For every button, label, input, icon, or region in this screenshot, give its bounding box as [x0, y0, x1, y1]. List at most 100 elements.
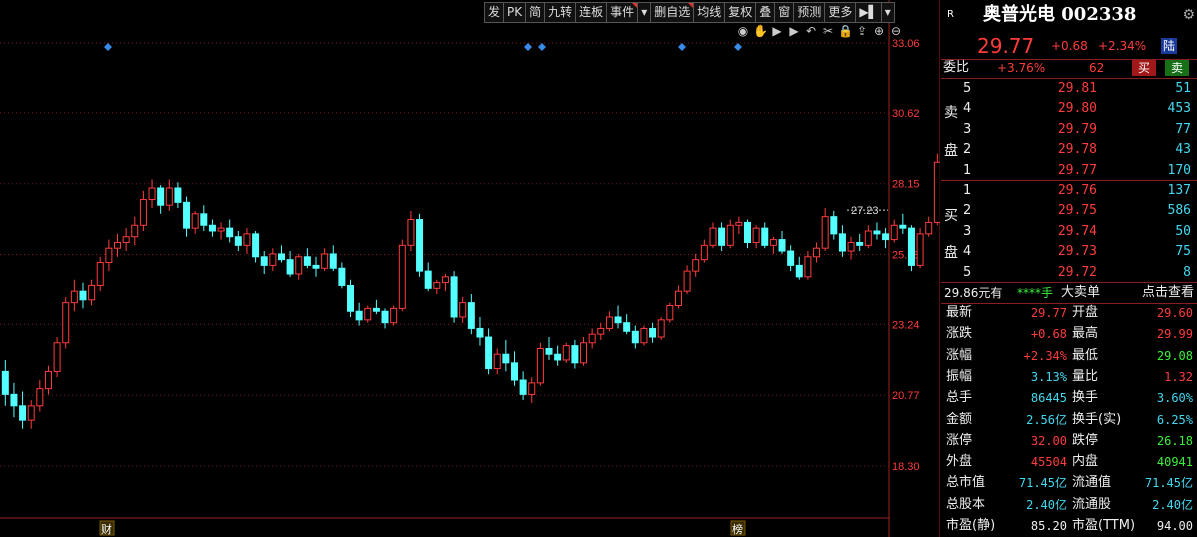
bid-row[interactable]: 1 29.76 137	[941, 181, 1197, 201]
toolbar-item-11[interactable]: 窗	[774, 2, 795, 23]
ask-row[interactable]: 2 29.78 43	[941, 140, 1197, 160]
bid-row[interactable]: 5 29.72 8	[941, 263, 1197, 283]
candle-body	[882, 233, 890, 241]
candle-body	[588, 333, 596, 344]
upload-icon[interactable]: ⇪	[855, 24, 869, 38]
candle-body	[312, 264, 320, 269]
hand-icon[interactable]: ✋	[753, 24, 768, 38]
ask-row[interactable]: 3 29.79 77	[941, 120, 1197, 140]
candle-body	[217, 227, 225, 232]
ask-volume: 43	[1175, 142, 1191, 158]
toolbar-item-7[interactable]: 删自选	[650, 2, 695, 23]
ask-row[interactable]: 4 29.80 453	[941, 99, 1197, 119]
candle-body	[752, 227, 760, 243]
zoom-out-icon[interactable]: ⊖	[889, 24, 903, 38]
field-value: +2.34%	[1023, 348, 1067, 363]
candle-body	[778, 239, 786, 252]
bid-row[interactable]: 3 29.74 50	[941, 222, 1197, 242]
sell-button[interactable]: 卖	[1165, 60, 1190, 76]
field-value: 2.56亿	[1026, 412, 1067, 427]
toolbar-item-6[interactable]: ▾	[637, 2, 652, 23]
quote-field-row: 涨停 32.00 跌停 26.18	[941, 431, 1197, 451]
candle-body	[571, 345, 579, 364]
toolbar-item-3[interactable]: 九转	[544, 2, 577, 23]
scissors-icon[interactable]: ✂	[821, 24, 835, 38]
ask-row[interactable]: 1 29.77 170	[941, 161, 1197, 181]
candle-body	[321, 253, 329, 269]
play-icon[interactable]: ▶	[770, 24, 784, 38]
field-label: 总市值	[946, 475, 986, 491]
candle-body	[631, 330, 639, 344]
buy-button[interactable]: 买	[1132, 60, 1157, 76]
candle-body	[718, 227, 726, 246]
y-tick-label: 33.06	[892, 38, 920, 50]
candle-body	[838, 233, 846, 252]
toolbar-item-13[interactable]: 更多	[824, 2, 857, 23]
view-big-order-link[interactable]: 点击查看	[1142, 283, 1194, 303]
ask-price: 29.79	[1057, 121, 1097, 137]
lock-icon[interactable]: 🔒	[838, 24, 853, 38]
toolbar-item-8[interactable]: 均线	[693, 2, 726, 23]
quote-field-row: 总手 86445 换手 3.60%	[941, 388, 1197, 408]
toolbar-item-0[interactable]: 发	[484, 2, 505, 23]
field-label: 外盘	[946, 454, 973, 470]
bid-volume: 75	[1175, 244, 1191, 260]
undo-icon[interactable]: ↶	[804, 24, 818, 38]
ask-volume: 51	[1175, 81, 1191, 96]
big-order-row[interactable]: 29.86元有 ****手 大卖单 点击查看	[941, 283, 1197, 303]
candle-body	[562, 345, 570, 361]
candle-body	[735, 221, 743, 226]
field-label: 换手(实)	[1072, 411, 1122, 427]
candle-body	[165, 187, 173, 206]
step-icon[interactable]: ▶	[787, 24, 801, 38]
quote-field-row: 涨幅 +2.34% 最低 29.08	[941, 346, 1197, 366]
field-label: 涨停	[946, 432, 973, 448]
toolbar-item-4[interactable]: 连板	[575, 2, 608, 23]
toolbar-item-1[interactable]: PK	[503, 2, 527, 23]
bid-price: 29.76	[1057, 183, 1097, 198]
field-label: 总手	[946, 390, 973, 406]
field-label: 总股本	[946, 496, 986, 512]
candle-body	[70, 290, 78, 304]
candle-body	[476, 327, 484, 338]
candle-body	[519, 379, 527, 395]
field-label: 流通值	[1072, 475, 1112, 491]
sell-side-label-1: 卖	[944, 105, 958, 121]
field-value: 32.00	[1030, 433, 1067, 448]
candle-body	[114, 241, 122, 249]
candle-body	[614, 316, 622, 324]
zoom-in-icon[interactable]: ⊕	[872, 24, 886, 38]
bid-row[interactable]: 4 29.73 75	[941, 242, 1197, 262]
eye-icon[interactable]: ◉	[736, 24, 750, 38]
field-value: 94.00	[1156, 519, 1193, 533]
candle-body	[528, 382, 536, 395]
toolbar-item-9[interactable]: 复权	[724, 2, 757, 23]
candle-body	[554, 353, 562, 361]
field-value: 29.08	[1156, 348, 1193, 363]
toolbar-item-5[interactable]: 事件	[606, 2, 639, 23]
y-tick-label: 25.68	[892, 250, 920, 262]
toolbar-item-14[interactable]: ▶▌	[855, 2, 882, 23]
candle-body	[208, 224, 216, 232]
gear-icon[interactable]: ⚙	[1182, 3, 1195, 27]
field-value: 71.45亿	[1018, 476, 1067, 491]
stock-header: R 奥普光电 002338 ⚙	[941, 3, 1197, 27]
toolbar-item-10[interactable]: 叠	[755, 2, 776, 23]
candle-body	[761, 227, 769, 246]
candle-body	[925, 221, 933, 235]
toolbar-item-12[interactable]: 预测	[793, 2, 826, 23]
ask-row[interactable]: 5 29.81 51	[941, 79, 1197, 99]
candle-body	[674, 290, 682, 307]
field-label: 内盘	[1072, 454, 1099, 470]
candle-body	[226, 227, 234, 238]
toolbar-item-15[interactable]: ▾	[880, 2, 895, 23]
chart-icon-row: ◉ ✋ ▶ ▶ ↶ ✂ 🔒 ⇪ ⊕ ⊖	[736, 24, 903, 38]
y-tick-label: 30.62	[892, 108, 920, 120]
bid-row[interactable]: 2 29.75 586	[941, 201, 1197, 221]
toolbar-item-2[interactable]: 简	[525, 2, 546, 23]
candlestick-chart[interactable]: 33.0630.6228.1525.6823.2420.7718.3032.20…	[0, 0, 940, 537]
y-tick-label: 18.30	[892, 461, 920, 473]
kline-chart-area[interactable]: 33.0630.6228.1525.6823.2420.7718.3032.20…	[0, 0, 940, 537]
candle-body	[873, 230, 881, 235]
stock-title[interactable]: 奥普光电 002338	[983, 3, 1136, 27]
